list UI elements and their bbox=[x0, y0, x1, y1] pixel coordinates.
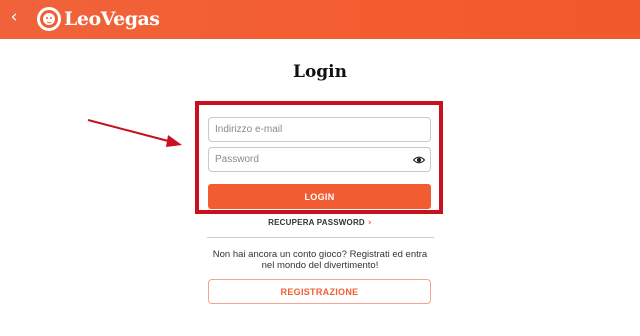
signup-prompt: Non hai ancora un conto gioco? Registrat… bbox=[212, 249, 428, 271]
eye-icon[interactable] bbox=[413, 154, 425, 166]
back-button[interactable]: ‹ bbox=[4, 5, 24, 29]
register-button[interactable]: REGISTRAZIONE bbox=[208, 279, 431, 304]
email-input[interactable] bbox=[215, 124, 424, 135]
password-input[interactable] bbox=[215, 154, 424, 165]
email-field[interactable] bbox=[208, 117, 431, 142]
chevron-right-icon: › bbox=[367, 218, 372, 228]
password-field[interactable] bbox=[208, 147, 431, 172]
chevron-left-icon: ‹ bbox=[10, 7, 18, 27]
lion-logo-icon bbox=[37, 7, 61, 31]
recover-password-link[interactable]: RECUPERA PASSWORD › bbox=[0, 218, 640, 228]
login-button[interactable]: LOGIN bbox=[208, 184, 431, 209]
recover-password-label: RECUPERA PASSWORD bbox=[268, 218, 365, 227]
annotation-arrow bbox=[87, 119, 182, 147]
divider bbox=[207, 237, 434, 238]
brand-name: LeoVegas bbox=[64, 8, 160, 30]
page-title: Login bbox=[293, 62, 347, 82]
top-bar: ‹ LeoVegas bbox=[0, 0, 640, 39]
brand-logo[interactable]: LeoVegas bbox=[37, 6, 160, 32]
